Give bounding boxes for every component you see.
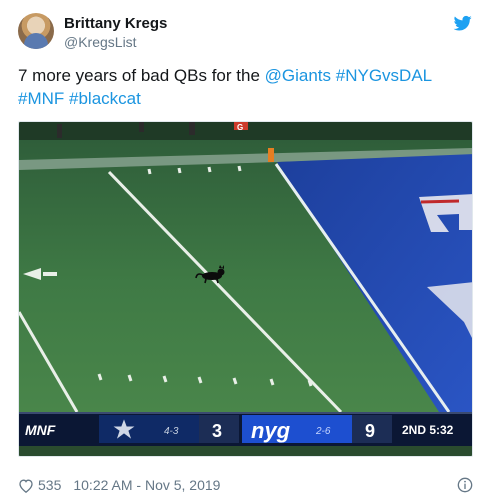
heart-icon[interactable] xyxy=(18,478,34,493)
tweet-footer: 535 10:22 AM - Nov 5, 2019 xyxy=(18,475,220,495)
field-photo: MNF 4-3 3 nyg 2-6 9 2ND 5:32 G xyxy=(19,122,472,456)
tweet-body: 7 more years of bad QBs for the xyxy=(18,66,265,85)
hashtag-link[interactable]: #blackcat xyxy=(69,89,141,108)
timestamp[interactable]: 10:22 AM - Nov 5, 2019 xyxy=(73,477,220,493)
scorebug: MNF 4-3 3 nyg 2-6 9 2ND 5:32 xyxy=(19,412,472,449)
tweet-text: 7 more years of bad QBs for the @Giants … xyxy=(18,64,473,110)
avatar[interactable] xyxy=(18,13,54,49)
giants-logo-icon: nyg xyxy=(251,418,291,443)
home-record: 2-6 xyxy=(315,426,331,437)
game-clock: 2ND 5:32 xyxy=(402,423,454,437)
like-count[interactable]: 535 xyxy=(38,477,61,493)
field-marker: G xyxy=(237,123,243,132)
info-icon[interactable] xyxy=(457,477,473,493)
network-label: MNF xyxy=(25,422,56,438)
author-handle[interactable]: @KregsList xyxy=(64,34,137,50)
hashtag-link[interactable]: #NYGvsDAL xyxy=(336,66,432,85)
away-score: 3 xyxy=(212,421,222,441)
author-name[interactable]: Brittany Kregs xyxy=(64,15,167,32)
hashtag-link[interactable]: #MNF xyxy=(18,89,64,108)
tweet-media[interactable]: MNF 4-3 3 nyg 2-6 9 2ND 5:32 G xyxy=(18,121,473,457)
away-record: 4-3 xyxy=(164,426,179,437)
twitter-bird-icon[interactable] xyxy=(453,14,473,32)
tweet-card: Brittany Kregs @KregsList 7 more years o… xyxy=(0,0,491,499)
mention-link[interactable]: @Giants xyxy=(265,66,331,85)
home-score: 9 xyxy=(365,421,375,441)
